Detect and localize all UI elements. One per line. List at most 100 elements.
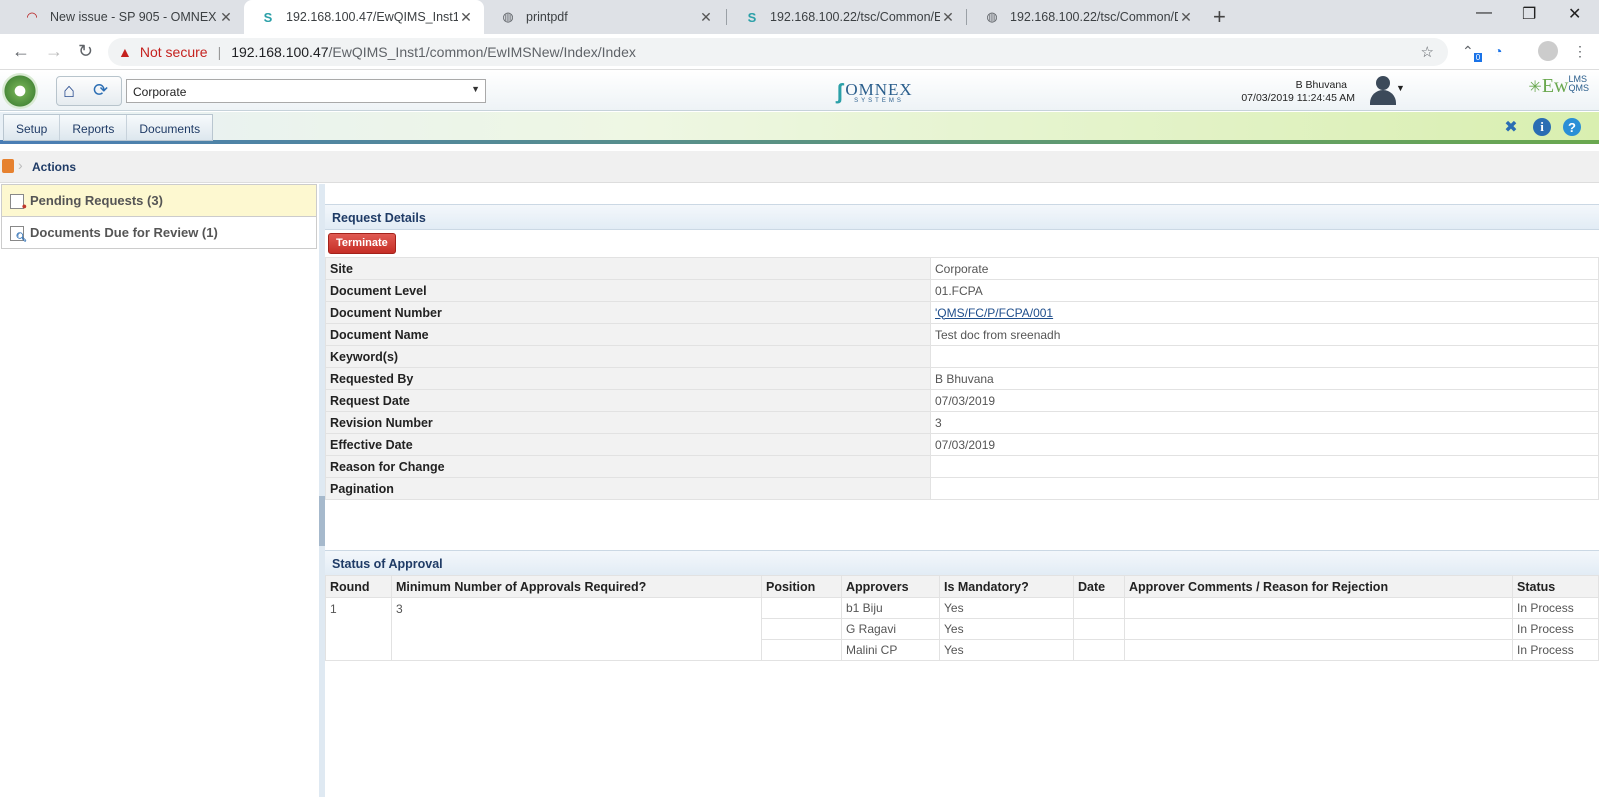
mandatory-cell: Yes xyxy=(939,639,1074,661)
url-separator: | xyxy=(217,44,222,60)
menu-setup[interactable]: Setup xyxy=(4,115,61,140)
restore-icon[interactable]: ❐ xyxy=(1522,4,1536,24)
help-icon[interactable]: ? xyxy=(1563,118,1581,136)
browser-tab-active[interactable]: S 192.168.100.47/EwQIMS_Inst1/co ✕ xyxy=(244,0,484,34)
url-path: /EwQIMS_Inst1/common/EwIMSNew/Index/Inde… xyxy=(328,44,636,60)
avatar-body xyxy=(1370,90,1396,105)
site-select[interactable]: Corporate ▼ xyxy=(126,79,486,103)
menu-reports[interactable]: Reports xyxy=(60,115,128,140)
breadcrumb: › Actions xyxy=(0,151,1599,183)
document-number-link[interactable]: 'QMS/FC/P/FCPA/001 xyxy=(935,306,1053,320)
profile-icon[interactable] xyxy=(1538,41,1558,61)
sidebar-item-documents-due[interactable]: 🔍︎ Documents Due for Review (1) xyxy=(1,216,317,249)
app-logo-icon[interactable] xyxy=(2,73,38,109)
col-approvers: Approvers xyxy=(841,575,940,598)
pin-icon[interactable]: ✖ xyxy=(1502,118,1520,136)
breadcrumb-separator-icon: › xyxy=(18,157,23,173)
security-label[interactable]: Not secure xyxy=(140,44,208,60)
user-name: B Bhuvana xyxy=(1295,79,1347,91)
globe-icon: ◍ xyxy=(986,9,998,24)
detail-label: Document Level xyxy=(325,279,931,302)
extension-icon[interactable]: ⌃ 0 xyxy=(1462,43,1483,62)
detail-label: Requested By xyxy=(325,367,931,390)
sidebar-item-pending-requests[interactable]: ● Pending Requests (3) xyxy=(1,184,317,217)
window-close-icon[interactable]: ✕ xyxy=(1568,4,1581,24)
extension2-icon[interactable]: ◔ xyxy=(1494,43,1502,59)
approval-status-table: Round Minimum Number of Approvals Requir… xyxy=(325,575,1599,661)
table-row: Document Name Test doc from sreenadh xyxy=(325,323,1599,346)
chevron-down-icon: ▼ xyxy=(471,84,480,94)
detail-value xyxy=(930,455,1599,478)
back-icon[interactable]: ← xyxy=(12,41,30,62)
address-bar[interactable]: ▲ Not secure | 192.168.100.47 /EwQIMS_In… xyxy=(108,38,1448,66)
browser-tab[interactable]: ◍ printpdf ✕ xyxy=(484,0,724,34)
forward-icon[interactable]: → xyxy=(45,41,63,62)
home-icon[interactable]: ⌂ xyxy=(63,80,75,103)
detail-value: 3 xyxy=(930,411,1599,434)
document-alert-icon: ● xyxy=(10,194,27,211)
comments-cell xyxy=(1124,597,1513,619)
menu-dots-icon[interactable]: ⋮ xyxy=(1573,43,1587,60)
detail-value: 07/03/2019 xyxy=(930,433,1599,456)
mandatory-cell: Yes xyxy=(939,597,1074,619)
close-icon[interactable]: ✕ xyxy=(940,9,956,26)
request-details-table: Site Corporate Document Level 01.FCPA Docume… xyxy=(325,257,1599,500)
product-logo: ✳Ew LMS QMS xyxy=(1528,74,1589,98)
comments-cell xyxy=(1124,639,1513,661)
detail-label: Request Date xyxy=(325,389,931,412)
avatar-head xyxy=(1376,76,1390,90)
omnex-mark-icon: ʃ xyxy=(836,79,844,104)
date-cell xyxy=(1073,597,1125,619)
omnex-favicon-icon: S xyxy=(747,9,757,25)
browser-toolbar: ← → ↻ ▲ Not secure | 192.168.100.47 /EwQ… xyxy=(0,34,1599,70)
refresh-icon[interactable]: ⟳ xyxy=(93,80,108,101)
table-row: Effective Date 07/03/2019 xyxy=(325,433,1599,456)
date-cell xyxy=(1073,639,1125,661)
main-content: Request Details Terminate Site Corporate D… xyxy=(325,184,1599,797)
app-header: ⌂ ⟳ Corporate ▼ ʃ OMNEX SYSTEMS B Bhuvan… xyxy=(0,71,1599,111)
comments-cell xyxy=(1124,618,1513,640)
tab-title: New issue - SP 905 - OMNEX ISSU xyxy=(50,10,218,24)
product-sub: QMS xyxy=(1568,83,1589,93)
terminate-button[interactable]: Terminate xyxy=(328,233,396,254)
actions-icon xyxy=(2,159,14,173)
browser-tab[interactable]: ◠ New issue - SP 905 - OMNEX ISSU ✕ xyxy=(8,0,244,34)
position-cell xyxy=(761,639,842,661)
close-icon[interactable]: ✕ xyxy=(458,9,474,26)
col-position: Position xyxy=(761,575,842,598)
col-round: Round xyxy=(325,575,392,598)
detail-label: Pagination xyxy=(325,477,931,500)
mandatory-cell: Yes xyxy=(939,618,1074,640)
product-logo-text: Ew xyxy=(1541,75,1569,97)
omnex-favicon-icon: S xyxy=(263,9,273,25)
close-icon[interactable]: ✕ xyxy=(698,9,714,26)
left-panel: ● Pending Requests (3) 🔍︎ Documents Due … xyxy=(0,184,317,797)
detail-value xyxy=(930,477,1599,500)
min-approvals-cell: 3 xyxy=(391,597,762,661)
info-icon[interactable]: i xyxy=(1533,118,1551,136)
reload-icon[interactable]: ↻ xyxy=(78,41,93,62)
detail-value: B Bhuvana xyxy=(930,367,1599,390)
col-status: Status xyxy=(1512,575,1599,598)
tab-divider xyxy=(726,9,727,25)
detail-value: Corporate xyxy=(930,257,1599,280)
new-tab-button[interactable]: + xyxy=(1213,4,1226,30)
request-details-header: Request Details xyxy=(325,204,1599,230)
breadcrumb-label[interactable]: Actions xyxy=(32,160,76,174)
close-icon[interactable]: ✕ xyxy=(218,9,234,26)
user-menu-caret-icon[interactable]: ▼ xyxy=(1396,83,1405,93)
approver-cell: b1 Biju xyxy=(841,597,940,619)
col-date: Date xyxy=(1073,575,1125,598)
browser-tab[interactable]: ◍ 192.168.100.22/tsc/Common/Do ✕ xyxy=(968,0,1204,34)
menu-documents[interactable]: Documents xyxy=(127,115,212,140)
minimize-icon[interactable]: — xyxy=(1476,4,1492,22)
approval-status-header: Status of Approval xyxy=(325,550,1599,576)
detail-label: Revision Number xyxy=(325,411,931,434)
status-cell: In Process xyxy=(1512,639,1599,661)
table-row: Site Corporate xyxy=(325,257,1599,280)
bookmark-star-icon[interactable]: ☆ xyxy=(1421,43,1434,61)
browser-tab[interactable]: S 192.168.100.22/tsc/Common/Ew ✕ xyxy=(728,0,966,34)
close-icon[interactable]: ✕ xyxy=(1178,9,1194,26)
avatar[interactable] xyxy=(1366,73,1400,107)
position-cell xyxy=(761,618,842,640)
